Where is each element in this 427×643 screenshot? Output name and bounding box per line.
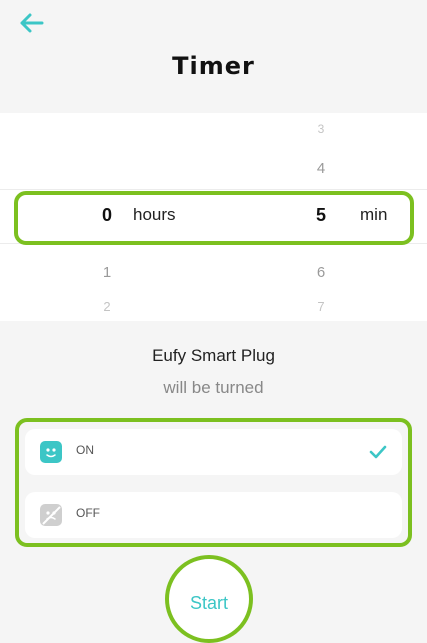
back-button[interactable]: [18, 12, 48, 38]
option-on[interactable]: ON: [25, 429, 402, 475]
page-title: Timer: [172, 52, 255, 80]
picker-divider: [0, 189, 427, 190]
selected-hours[interactable]: 0: [102, 205, 112, 226]
selected-minutes[interactable]: 5: [316, 205, 326, 226]
minute-option[interactable]: 7: [301, 299, 341, 314]
selected-time-row: 0 hours 5 min: [14, 191, 414, 245]
back-arrow-icon: [20, 13, 44, 33]
minute-option[interactable]: 4: [301, 160, 341, 177]
hour-option[interactable]: 1: [87, 264, 127, 281]
option-off[interactable]: OFF: [25, 492, 402, 538]
device-name: Eufy Smart Plug: [152, 346, 275, 365]
device-subtitle: will be turned: [163, 378, 264, 397]
checkmark-icon: [369, 445, 387, 459]
minutes-unit-label: min: [360, 205, 388, 224]
hour-option[interactable]: 2: [87, 299, 127, 314]
minute-option[interactable]: 6: [301, 264, 341, 281]
plug-on-icon: [40, 441, 62, 463]
start-button-label: Start: [189, 593, 228, 613]
start-button[interactable]: Start: [165, 555, 253, 643]
option-on-label: ON: [76, 443, 94, 457]
power-state-options: ON OFF: [15, 418, 412, 547]
option-off-label: OFF: [76, 506, 100, 520]
plug-off-icon: [40, 504, 62, 526]
minute-option[interactable]: 3: [301, 122, 341, 136]
hours-unit-label: hours: [133, 205, 176, 224]
